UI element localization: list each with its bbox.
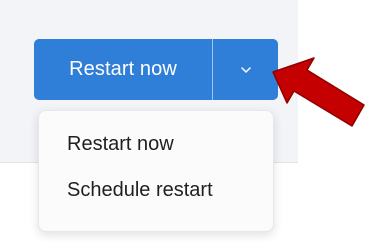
menu-item-schedule-restart-label: Schedule restart	[67, 178, 213, 201]
restart-options-dropdown-button[interactable]	[213, 39, 278, 100]
restart-split-button: Restart now	[34, 39, 278, 100]
restart-options-menu: Restart now Schedule restart	[38, 110, 274, 232]
restart-now-button-label: Restart now	[69, 58, 177, 80]
menu-item-schedule-restart[interactable]: Schedule restart	[39, 167, 273, 213]
menu-item-restart-now-label: Restart now	[67, 132, 174, 155]
menu-item-restart-now[interactable]: Restart now	[39, 121, 273, 167]
restart-now-button[interactable]: Restart now	[34, 39, 212, 100]
chevron-down-icon	[239, 63, 253, 77]
